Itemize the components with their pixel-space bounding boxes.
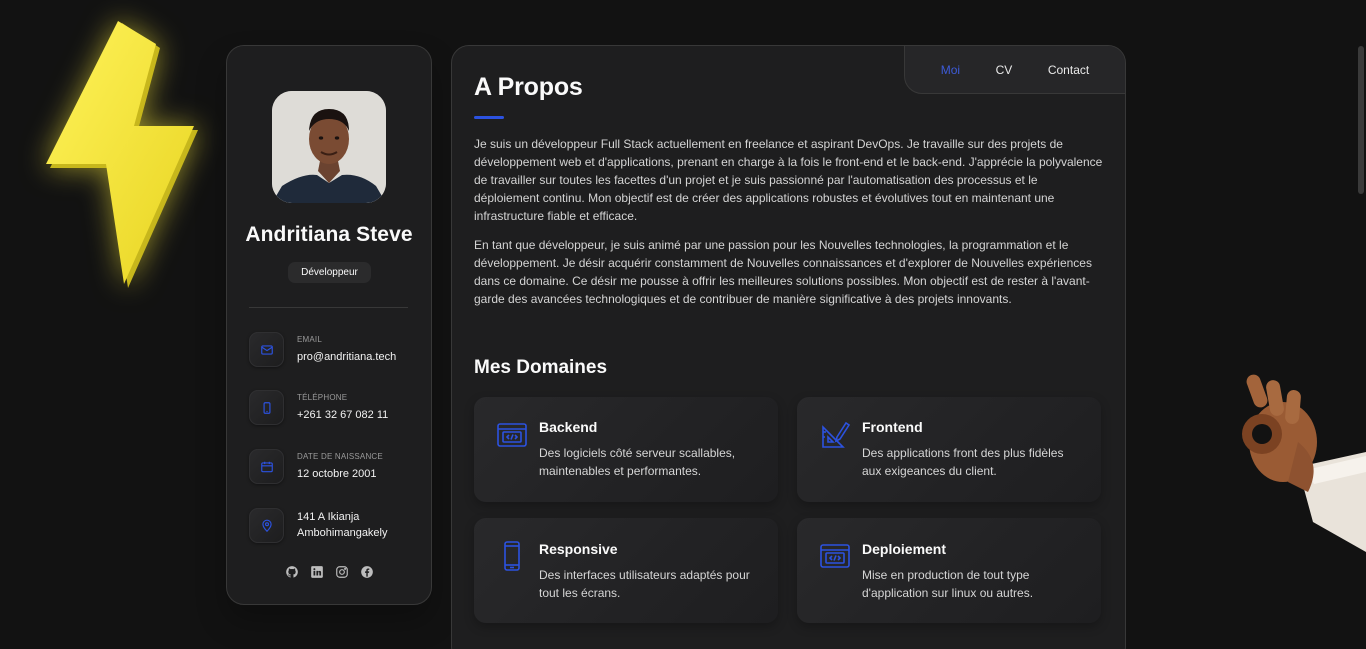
contact-value: 12 octobre 2001	[297, 468, 377, 480]
code-window-icon	[819, 540, 851, 572]
navbar: Moi CV Contact	[904, 46, 1125, 94]
domain-description: Des interfaces utilisateurs adaptés pour…	[539, 568, 750, 600]
contact-value: 141 A Ikianja Ambohimangakely	[297, 511, 388, 539]
contact-label: Email	[297, 335, 323, 344]
contact-value[interactable]: pro@andritiana.tech	[297, 349, 427, 365]
main-panel: Moi CV Contact A Propos Je suis un dével…	[451, 45, 1126, 649]
contact-label: Date de naissance	[297, 452, 383, 461]
avatar	[272, 91, 386, 203]
about-paragraph-1: Je suis un développeur Full Stack actuel…	[474, 137, 1103, 223]
domain-description: Des applications front des plus fidèles …	[862, 446, 1064, 478]
page-scrollbar[interactable]	[1356, 44, 1366, 196]
code-window-icon	[496, 419, 528, 451]
instagram-icon[interactable]	[335, 565, 349, 579]
domain-title: Backend	[539, 419, 598, 435]
profile-name: Andritiana Steve	[245, 223, 413, 246]
profile-title-badge: Développeur	[288, 262, 371, 283]
domain-description: Mise en production de tout type d'applic…	[862, 568, 1034, 600]
profile-sidebar: Andritiana Steve Développeur Email pro@a…	[226, 45, 432, 605]
lightning-bolt-icon	[46, 21, 198, 288]
linkedin-icon[interactable]	[310, 565, 324, 579]
domain-title: Frontend	[862, 419, 923, 435]
phone-icon	[249, 390, 284, 425]
contact-label: Téléphone	[297, 393, 348, 402]
calendar-icon	[249, 449, 284, 484]
domain-card-responsive: Responsive Des interfaces utilisateurs a…	[474, 518, 778, 623]
github-icon[interactable]	[285, 565, 299, 579]
ok-hand-icon	[1242, 374, 1366, 552]
nav-link-cv[interactable]: CV	[996, 63, 1013, 77]
about-paragraph-2: En tant que développeur, je suis animé p…	[474, 238, 1092, 306]
about-heading: A Propos	[474, 73, 583, 101]
domains-heading: Mes Domaines	[474, 357, 608, 378]
domain-card-backend: Backend Des logiciels côté serveur scall…	[474, 397, 778, 502]
facebook-icon[interactable]	[360, 565, 374, 579]
mobile-phone-icon	[496, 540, 528, 572]
nav-link-contact[interactable]: Contact	[1048, 63, 1089, 77]
heading-underline	[474, 116, 504, 119]
domain-title: Responsive	[539, 541, 618, 557]
nav-link-moi[interactable]: Moi	[941, 63, 960, 77]
location-icon	[249, 508, 284, 543]
domain-title: Deploiement	[862, 541, 947, 557]
domain-card-deploiement: Deploiement Mise en production de tout t…	[797, 518, 1101, 623]
design-icon	[819, 419, 851, 451]
domain-card-frontend: Frontend Des applications front des plus…	[797, 397, 1101, 502]
contact-value[interactable]: +261 32 67 082 11	[297, 407, 427, 423]
social-links	[227, 565, 431, 579]
domain-description: Des logiciels côté serveur scallables, m…	[539, 446, 736, 478]
divider	[249, 307, 408, 308]
scrollbar-thumb[interactable]	[1358, 46, 1364, 194]
mail-icon	[249, 332, 284, 367]
